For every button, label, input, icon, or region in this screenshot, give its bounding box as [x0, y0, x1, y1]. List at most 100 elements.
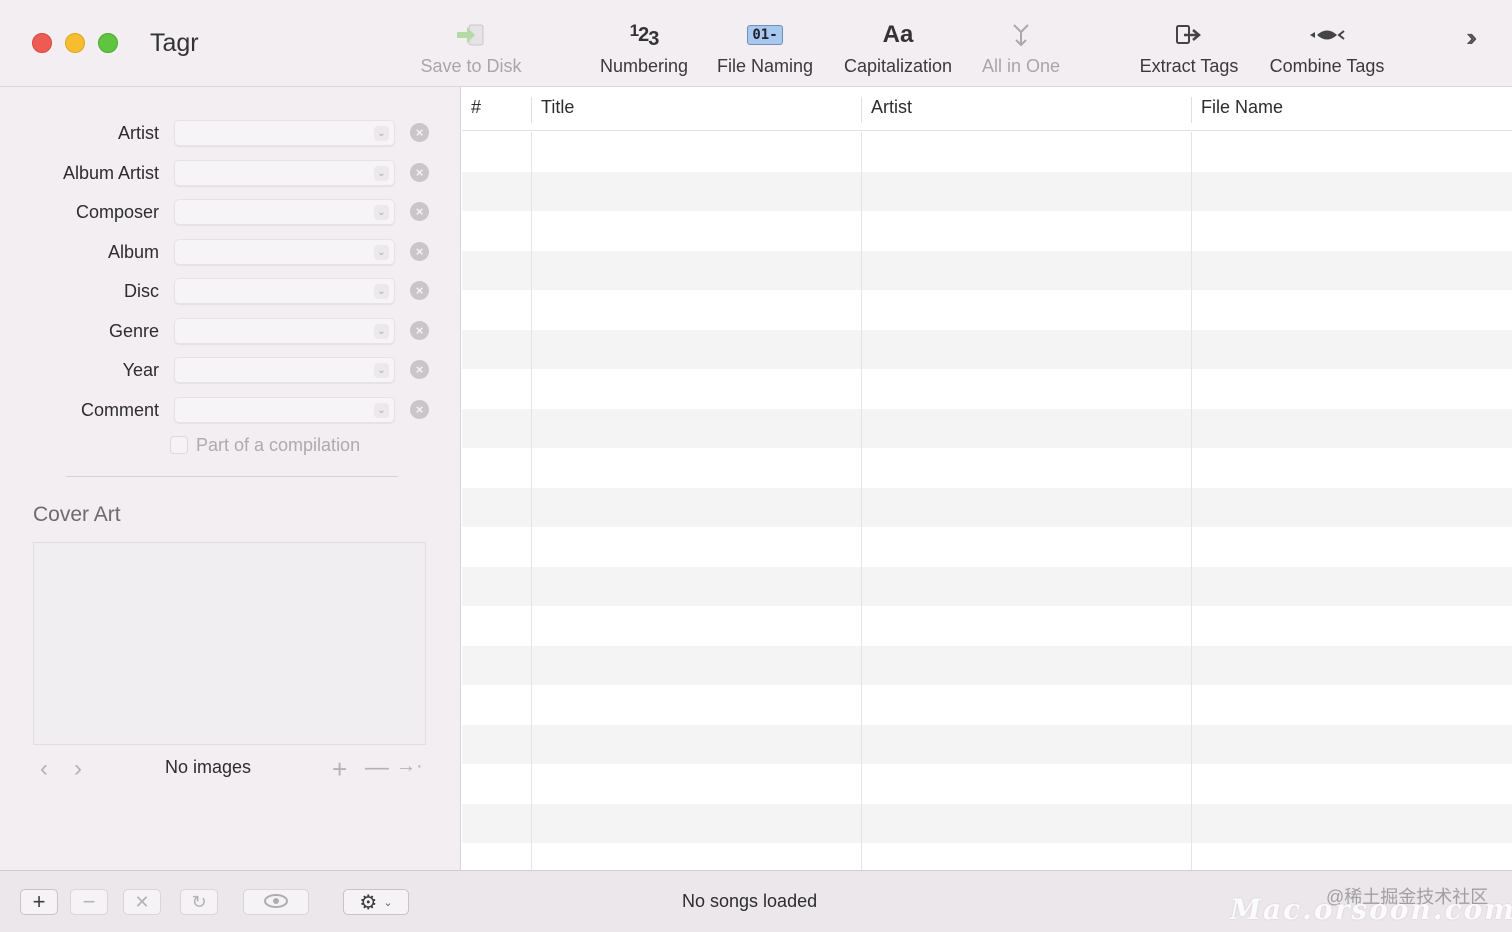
- composer-combobox[interactable]: ⌄: [174, 199, 395, 225]
- add-song-button[interactable]: +: [20, 889, 58, 915]
- cover-art-well[interactable]: [33, 542, 426, 745]
- disc-combobox[interactable]: ⌄: [174, 278, 395, 304]
- chevron-down-icon[interactable]: ⌄: [374, 363, 389, 378]
- save-to-disk-button[interactable]: Save to Disk: [414, 18, 528, 82]
- column-separator: [1191, 97, 1192, 123]
- table-row[interactable]: [462, 527, 1512, 567]
- window-close-button[interactable]: [32, 33, 52, 53]
- file-naming-button[interactable]: 01- File Naming: [712, 18, 818, 82]
- table-row[interactable]: [462, 803, 1512, 843]
- comment-clear-icon[interactable]: ×: [410, 400, 429, 419]
- chevron-down-icon[interactable]: ⌄: [374, 245, 389, 260]
- watermark-logo: Mac.orsoon.com: [1230, 893, 1512, 926]
- table-row[interactable]: [462, 408, 1512, 448]
- table-row[interactable]: [462, 171, 1512, 211]
- toolbar: Tagr Save to Disk 123 Numbering 01- File…: [0, 0, 1512, 87]
- disc-clear-icon[interactable]: ×: [410, 281, 429, 300]
- table-row[interactable]: [462, 566, 1512, 606]
- table-row[interactable]: [462, 132, 1512, 172]
- chevron-down-icon: ⌄: [383, 896, 393, 909]
- field-row-year: Year ⌄ ×: [0, 356, 461, 386]
- bottom-bar: + − ✕ ↻ ⚙ ⌄ No songs loaded @稀土掘金技术社区 Ma…: [0, 870, 1512, 932]
- album-combobox[interactable]: ⌄: [174, 239, 395, 265]
- album-artist-label: Album Artist: [62, 163, 159, 183]
- column-gridline: [861, 132, 862, 870]
- field-row-genre: Genre ⌄ ×: [0, 317, 461, 347]
- settings-menu-button[interactable]: ⚙ ⌄: [343, 889, 409, 915]
- songs-table[interactable]: # Title Artist File Name: [462, 87, 1512, 870]
- artist-label: Artist: [117, 123, 159, 143]
- combine-tags-icon: [1262, 18, 1392, 52]
- refresh-icon: ↻: [191, 891, 207, 912]
- gear-icon: ⚙: [359, 891, 378, 914]
- clear-button[interactable]: ✕: [123, 889, 161, 915]
- table-row[interactable]: [462, 685, 1512, 725]
- table-row[interactable]: [462, 724, 1512, 764]
- chevron-left-icon[interactable]: ‹: [40, 755, 48, 783]
- toolbar-overflow-icon[interactable]: ››: [1466, 22, 1478, 53]
- remove-song-button[interactable]: −: [70, 889, 108, 915]
- table-row[interactable]: [462, 250, 1512, 290]
- chevron-down-icon[interactable]: ⌄: [374, 166, 389, 181]
- field-row-composer: Composer ⌄ ×: [0, 198, 461, 228]
- comment-combobox[interactable]: ⌄: [174, 397, 395, 423]
- chevron-down-icon[interactable]: ⌄: [374, 205, 389, 220]
- field-row-comment: Comment ⌄ ×: [0, 396, 461, 426]
- window-title: Tagr: [150, 29, 199, 57]
- column-header-number[interactable]: #: [471, 97, 481, 118]
- album-artist-clear-icon[interactable]: ×: [410, 163, 429, 182]
- chevron-down-icon[interactable]: ⌄: [374, 324, 389, 339]
- chevron-down-icon[interactable]: ⌄: [374, 126, 389, 141]
- field-row-album: Album ⌄ ×: [0, 238, 461, 268]
- chevron-down-icon[interactable]: ⌄: [374, 284, 389, 299]
- combine-tags-button[interactable]: Combine Tags: [1262, 18, 1392, 82]
- table-row[interactable]: [462, 290, 1512, 330]
- compilation-label: Part of a compilation: [196, 435, 361, 455]
- year-combobox[interactable]: ⌄: [174, 357, 395, 383]
- add-image-icon[interactable]: +: [332, 754, 347, 785]
- year-label: Year: [122, 360, 159, 380]
- column-header-file-name[interactable]: File Name: [1201, 97, 1283, 118]
- year-clear-icon[interactable]: ×: [410, 360, 429, 379]
- chevron-right-icon[interactable]: ›: [74, 755, 82, 783]
- chevron-down-icon[interactable]: ⌄: [374, 403, 389, 418]
- preview-button[interactable]: [243, 889, 309, 915]
- album-artist-combobox[interactable]: ⌄: [174, 160, 395, 186]
- all-in-one-icon: [976, 18, 1066, 52]
- table-row[interactable]: [462, 645, 1512, 685]
- column-header-title[interactable]: Title: [541, 97, 574, 118]
- column-header-artist[interactable]: Artist: [871, 97, 912, 118]
- artist-clear-icon[interactable]: ×: [410, 123, 429, 142]
- all-in-one-button[interactable]: All in One: [976, 18, 1066, 82]
- capitalization-button[interactable]: Aa Capitalization: [836, 18, 960, 82]
- table-row[interactable]: [462, 487, 1512, 527]
- genre-clear-icon[interactable]: ×: [410, 321, 429, 340]
- window-minimize-button[interactable]: [65, 33, 85, 53]
- reload-button[interactable]: ↻: [180, 889, 218, 915]
- table-row[interactable]: [462, 843, 1512, 870]
- artist-combobox[interactable]: ⌄: [174, 120, 395, 146]
- table-row[interactable]: [462, 211, 1512, 251]
- table-row[interactable]: [462, 606, 1512, 646]
- cover-art-title: Cover Art: [33, 503, 121, 526]
- disc-label: Disc: [124, 281, 159, 301]
- minus-icon: −: [82, 889, 96, 914]
- table-row[interactable]: [462, 369, 1512, 409]
- album-label: Album: [107, 242, 159, 262]
- extract-tags-button[interactable]: Extract Tags: [1132, 18, 1246, 82]
- file-naming-icon: 01-: [712, 18, 818, 52]
- table-row[interactable]: [462, 448, 1512, 488]
- window-zoom-button[interactable]: [98, 33, 118, 53]
- divider: [66, 476, 398, 477]
- numbering-button[interactable]: 123 Numbering: [594, 18, 694, 82]
- column-gridline: [531, 132, 532, 870]
- table-row[interactable]: [462, 329, 1512, 369]
- table-row[interactable]: [462, 764, 1512, 804]
- export-image-icon[interactable]: →·: [396, 755, 423, 778]
- composer-clear-icon[interactable]: ×: [410, 202, 429, 221]
- genre-combobox[interactable]: ⌄: [174, 318, 395, 344]
- remove-image-icon[interactable]: —: [365, 754, 389, 782]
- extract-tags-icon: [1132, 18, 1246, 52]
- album-clear-icon[interactable]: ×: [410, 242, 429, 261]
- compilation-checkbox[interactable]: [170, 436, 188, 454]
